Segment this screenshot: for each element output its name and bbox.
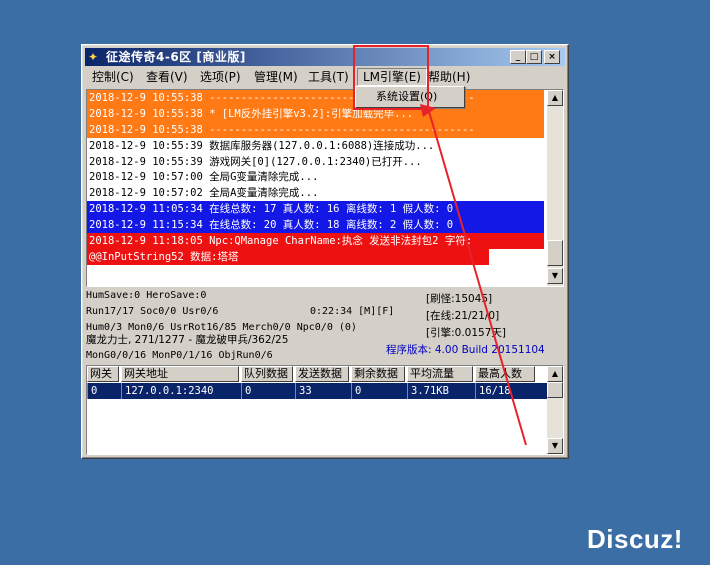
arrow-line xyxy=(427,107,527,446)
arrow-head-icon xyxy=(420,104,436,117)
annotation-arrow xyxy=(420,104,527,446)
